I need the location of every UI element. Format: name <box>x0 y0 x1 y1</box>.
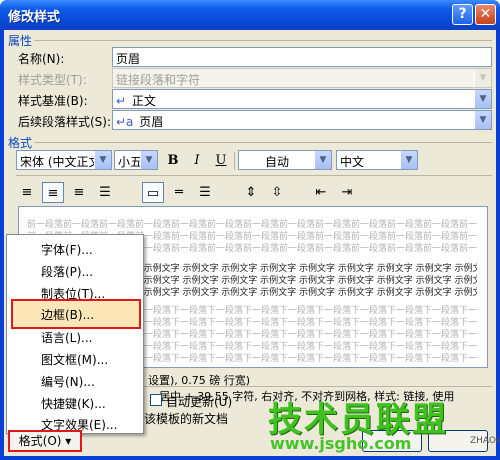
based-on-select[interactable]: ↵ 正文 ▼ <box>112 89 492 109</box>
next-style-label: 后续段落样式(S): <box>18 115 112 129</box>
menu-item-font[interactable]: 字体(F)... <box>41 241 93 258</box>
style-type-value: 链接段落和字符 <box>116 73 201 87</box>
format-button[interactable]: 格式(O) ▾ <box>8 430 82 452</box>
chevron-down-icon: ▼ <box>400 151 417 169</box>
menu-item-tabs[interactable]: 制表位(T)... <box>41 285 105 302</box>
one-half-spacing-icon[interactable]: ═ <box>168 182 190 203</box>
based-on-label: 样式基准(B): <box>18 94 88 108</box>
auto-update-checkbox[interactable] <box>150 394 162 406</box>
style-type-label: 样式类型(T): <box>18 73 87 87</box>
size-select[interactable]: 小五 ▼ <box>114 150 158 170</box>
format-divider <box>34 142 492 143</box>
increase-indent-icon[interactable]: ⇥ <box>336 182 358 203</box>
menu-item-numbering[interactable]: 编号(N)... <box>41 373 95 390</box>
format-menu: 字体(F)... 段落(P)... 制表位(T)... 边框(B)... 语言(… <box>6 234 144 434</box>
increase-spacing-icon[interactable]: ⇕ <box>240 182 262 203</box>
align-center-icon[interactable]: ≡ <box>42 182 64 203</box>
font-color-value: 自动 <box>264 155 289 169</box>
chevron-down-icon: ▼ <box>140 151 157 169</box>
name-input[interactable]: 页眉 <box>112 47 492 67</box>
title-bar[interactable]: 修改样式 ? ✕ <box>0 0 500 30</box>
menu-item-language[interactable]: 语言(L)... <box>41 329 93 346</box>
decrease-indent-icon[interactable]: ⇤ <box>310 182 332 203</box>
next-style-value: 页眉 <box>139 115 164 129</box>
decrease-spacing-icon[interactable]: ⇳ <box>266 182 288 203</box>
properties-divider <box>34 40 492 41</box>
toolbar-separator <box>234 152 235 170</box>
auto-update-label[interactable]: 自动更新(U) <box>166 393 232 410</box>
name-label: 名称(N): <box>18 52 65 66</box>
font-select[interactable]: 宋体 (中文正文 ▼ <box>16 150 112 170</box>
chevron-down-icon: ▼ <box>474 90 491 108</box>
chevron-down-icon: ▼ <box>474 69 491 87</box>
next-style-select[interactable]: ↵a 页眉 ▼ <box>112 110 492 130</box>
bold-button[interactable]: B <box>162 150 184 171</box>
template-option-label[interactable]: 该模板的新文档 <box>144 410 228 427</box>
double-spacing-icon[interactable]: ☰ <box>194 182 216 203</box>
properties-section-label: 属性 <box>8 34 33 48</box>
chevron-down-icon: ▼ <box>94 151 111 169</box>
style-type-select[interactable]: 链接段落和字符 ▼ <box>112 68 492 88</box>
watermark-url: www.jsgho.com <box>270 434 412 453</box>
size-value: 小五 <box>118 155 143 169</box>
justify-icon[interactable]: ☰ <box>94 182 116 203</box>
window-title: 修改样式 <box>8 10 61 25</box>
align-left-icon[interactable]: ≡ <box>16 182 38 203</box>
chevron-down-icon: ▼ <box>474 111 491 129</box>
help-button[interactable]: ? <box>452 4 473 25</box>
italic-button[interactable]: I <box>186 150 208 171</box>
language-value: 中文 <box>340 155 365 169</box>
paragraph-mark-icon: ↵ <box>116 94 127 108</box>
menu-item-shortcut[interactable]: 快捷键(K)... <box>41 395 106 412</box>
font-color-select[interactable]: 自动 ▼ <box>238 150 332 170</box>
format-section-label: 格式 <box>8 136 33 150</box>
menu-item-border[interactable]: 边框(B)... <box>41 306 94 323</box>
toolbar-divider <box>16 175 492 176</box>
menu-item-frame[interactable]: 图文框(M)... <box>41 351 108 368</box>
language-select[interactable]: 中文 ▼ <box>336 150 418 170</box>
menu-item-paragraph[interactable]: 段落(P)... <box>41 263 93 280</box>
close-button[interactable]: ✕ <box>475 4 496 25</box>
underline-button[interactable]: U <box>210 150 232 171</box>
single-spacing-icon[interactable]: ▭ <box>142 182 164 203</box>
chevron-down-icon: ▼ <box>314 151 331 169</box>
font-value: 宋体 (中文正文 <box>20 155 101 169</box>
linked-style-icon: ↵a <box>116 115 134 129</box>
align-right-icon[interactable]: ≡ <box>68 182 90 203</box>
based-on-value: 正文 <box>131 94 156 108</box>
watermark-small: ZHAOW <box>470 436 500 446</box>
